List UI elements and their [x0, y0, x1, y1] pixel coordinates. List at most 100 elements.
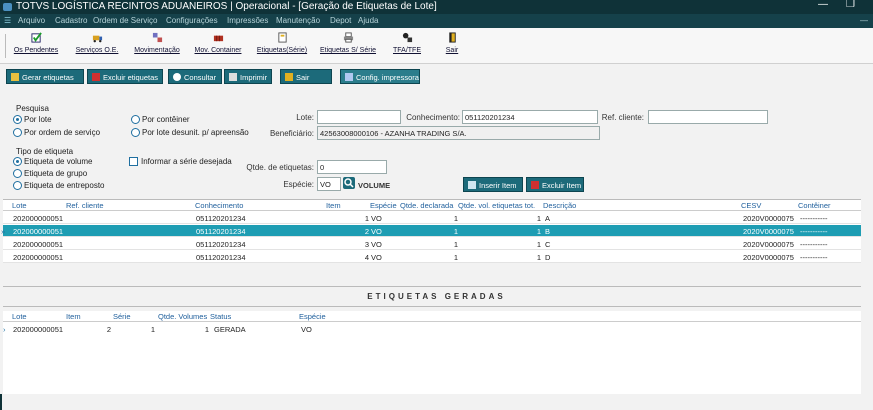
etiquetas-sem-serie-label: Etiquetas S/ Série: [319, 47, 377, 54]
col-descricao[interactable]: Descrição: [543, 201, 576, 210]
cell-conhecimento: 051120201234: [196, 214, 246, 223]
radio-etiqueta-volume[interactable]: Etiqueta de volume: [13, 157, 93, 166]
divider: [3, 306, 861, 307]
menu-manutencao[interactable]: Manutenção: [276, 16, 320, 25]
radio-por-lote[interactable]: Por lote: [13, 115, 52, 124]
main-toolbar: Os Pendentes Serviços O.E. Movimentação …: [0, 28, 873, 64]
cell-item: 3: [364, 240, 369, 249]
table-row[interactable]: › 202000000051 2 1 1 GERADA VO: [3, 323, 861, 335]
radio-por-ordem-servico[interactable]: Por ordem de serviço: [13, 128, 100, 137]
qtde-etiquetas-input[interactable]: 0: [317, 160, 387, 174]
menu-ordem-servico[interactable]: Ordem de Serviço: [93, 16, 157, 25]
informar-serie-label: Informar a série desejada: [141, 157, 232, 166]
especie-description: VOLUME: [358, 181, 391, 190]
cell-item: 2: [106, 325, 111, 334]
radio-etiqueta-entreposto-label: Etiqueta de entreposto: [24, 181, 105, 190]
cell-lote: 202000000051: [13, 253, 64, 262]
col-status[interactable]: Status: [210, 312, 231, 321]
col-lote[interactable]: Lote: [12, 312, 27, 321]
sair-toolbar-label: Sair: [445, 47, 459, 54]
cell-conhecimento: 051120201234: [196, 227, 246, 236]
gerar-etiquetas-button[interactable]: Gerar etiquetas: [6, 69, 84, 84]
col-item[interactable]: Item: [326, 201, 341, 210]
especie-input[interactable]: VO: [317, 177, 341, 191]
os-pendentes-button[interactable]: Os Pendentes: [10, 32, 62, 54]
menu-depot[interactable]: Depot: [330, 16, 351, 25]
radio-etiqueta-entreposto[interactable]: Etiqueta de entreposto: [13, 181, 105, 190]
col-conteiner[interactable]: Contêiner: [798, 201, 831, 210]
menu-ajuda[interactable]: Ajuda: [358, 16, 378, 25]
cell-qtde-declarada: 1: [453, 240, 458, 249]
imprimir-button[interactable]: Imprimir: [224, 69, 272, 84]
tfa-icon: [402, 32, 412, 43]
servicos-oe-button[interactable]: Serviços O.E.: [72, 32, 122, 54]
menu-minimize[interactable]: —: [860, 16, 868, 25]
cell-especie: VO: [301, 325, 312, 334]
table-row-selected[interactable]: » 202000000051 051120201234 2 VO 1 1 B 2…: [1, 225, 861, 237]
cell-qtde-declarada: 1: [453, 253, 458, 262]
etiquetas-sem-serie-button[interactable]: Etiquetas S/ Série: [316, 32, 380, 54]
sair-toolbar-button[interactable]: Sair: [440, 32, 464, 54]
table-row[interactable]: 202000000051 051120201234 4 VO 1 1 D 202…: [3, 251, 861, 263]
excluir-item-button[interactable]: Excluir Item: [526, 177, 584, 192]
table-row[interactable]: 202000000051 051120201234 1 VO 1 1 A 202…: [3, 212, 861, 224]
menu-impressoes[interactable]: Impressões: [227, 16, 268, 25]
cell-conhecimento: 051120201234: [196, 253, 246, 262]
menu-configuracoes[interactable]: Configurações: [166, 16, 218, 25]
consultar-button[interactable]: Consultar: [168, 69, 222, 84]
radio-por-lote-desunit-label: Por lote desunit. p/ apreensão: [142, 128, 249, 137]
ref-cliente-input[interactable]: [648, 110, 768, 124]
informar-serie-checkbox[interactable]: Informar a série desejada: [129, 157, 232, 166]
radio-circle: [131, 128, 140, 137]
mov-container-button[interactable]: Mov. Container: [190, 32, 246, 54]
inserir-item-button[interactable]: Inserir Item: [463, 177, 523, 192]
menu-arquivo[interactable]: Arquivo: [18, 16, 45, 25]
config-impressora-button[interactable]: Config. impressora: [340, 69, 420, 84]
row-selected-marker: »: [1, 227, 6, 236]
col-especie[interactable]: Espécie: [299, 312, 326, 321]
app-icon: [3, 3, 12, 11]
truck-icon: [92, 35, 102, 43]
col-qtde-vol-etiquetas[interactable]: Qtde. vol. etiquetas tot.: [458, 201, 535, 210]
radio-circle: [131, 115, 140, 124]
table-row[interactable]: 202000000051 051120201234 3 VO 1 1 C 202…: [3, 238, 861, 250]
tfa-tfe-button[interactable]: TFA/TFE: [388, 32, 426, 54]
config-impressora-label: Config. impressora: [356, 73, 419, 82]
col-especie[interactable]: Espécie: [370, 201, 397, 210]
cell-cesv: 2020V0000075: [743, 214, 794, 223]
excluir-etiquetas-button[interactable]: Excluir etiquetas: [87, 69, 163, 84]
cell-conhecimento: 051120201234: [196, 240, 246, 249]
col-lote[interactable]: Lote: [12, 201, 27, 210]
col-ref-cliente[interactable]: Ref. cliente: [66, 201, 104, 210]
cell-qtde-declarada: 1: [453, 227, 458, 236]
cell-cesv: 2020V0000075: [743, 227, 794, 236]
beneficiario-field: 42563008000106 - AZANHA TRADING S/A.: [317, 126, 600, 140]
cell-lote: 202000000051: [13, 240, 64, 249]
minimize-button[interactable]: —: [818, 0, 828, 10]
lote-input[interactable]: [317, 110, 401, 124]
especie-label: Espécie:: [283, 180, 314, 189]
cell-item: 2: [364, 227, 369, 236]
qtde-etiquetas-label: Qtde. de etiquetas:: [246, 163, 314, 172]
cell-descricao: D: [545, 253, 551, 262]
col-serie[interactable]: Série: [113, 312, 131, 321]
especie-search-button[interactable]: [343, 177, 355, 189]
menu-cadastro[interactable]: Cadastro: [55, 16, 87, 25]
radio-etiqueta-grupo[interactable]: Etiqueta de grupo: [13, 169, 87, 178]
etiquetas-serie-button[interactable]: Etiquetas(Série): [254, 32, 310, 54]
conhecimento-input[interactable]: 051120201234: [462, 110, 598, 124]
col-cesv[interactable]: CESV: [741, 201, 761, 210]
sair-button[interactable]: Sair: [280, 69, 332, 84]
menu-app-icon[interactable]: ☰: [4, 16, 11, 25]
col-conhecimento[interactable]: Conhecimento: [195, 201, 243, 210]
radio-circle: [13, 115, 22, 124]
movimentacao-button[interactable]: Movimentação: [131, 32, 183, 54]
col-qtde-volumes[interactable]: Qtde. Volumes: [158, 312, 207, 321]
radio-por-lote-desunit[interactable]: Por lote desunit. p/ apreensão: [131, 128, 249, 137]
radio-por-conteiner[interactable]: Por contêiner: [131, 115, 190, 124]
exit-icon: [448, 32, 456, 43]
restore-button[interactable]: ❐: [846, 0, 855, 10]
col-qtde-declarada[interactable]: Qtde. declarada: [400, 201, 453, 210]
col-item[interactable]: Item: [66, 312, 81, 321]
cell-descricao: C: [545, 240, 551, 249]
